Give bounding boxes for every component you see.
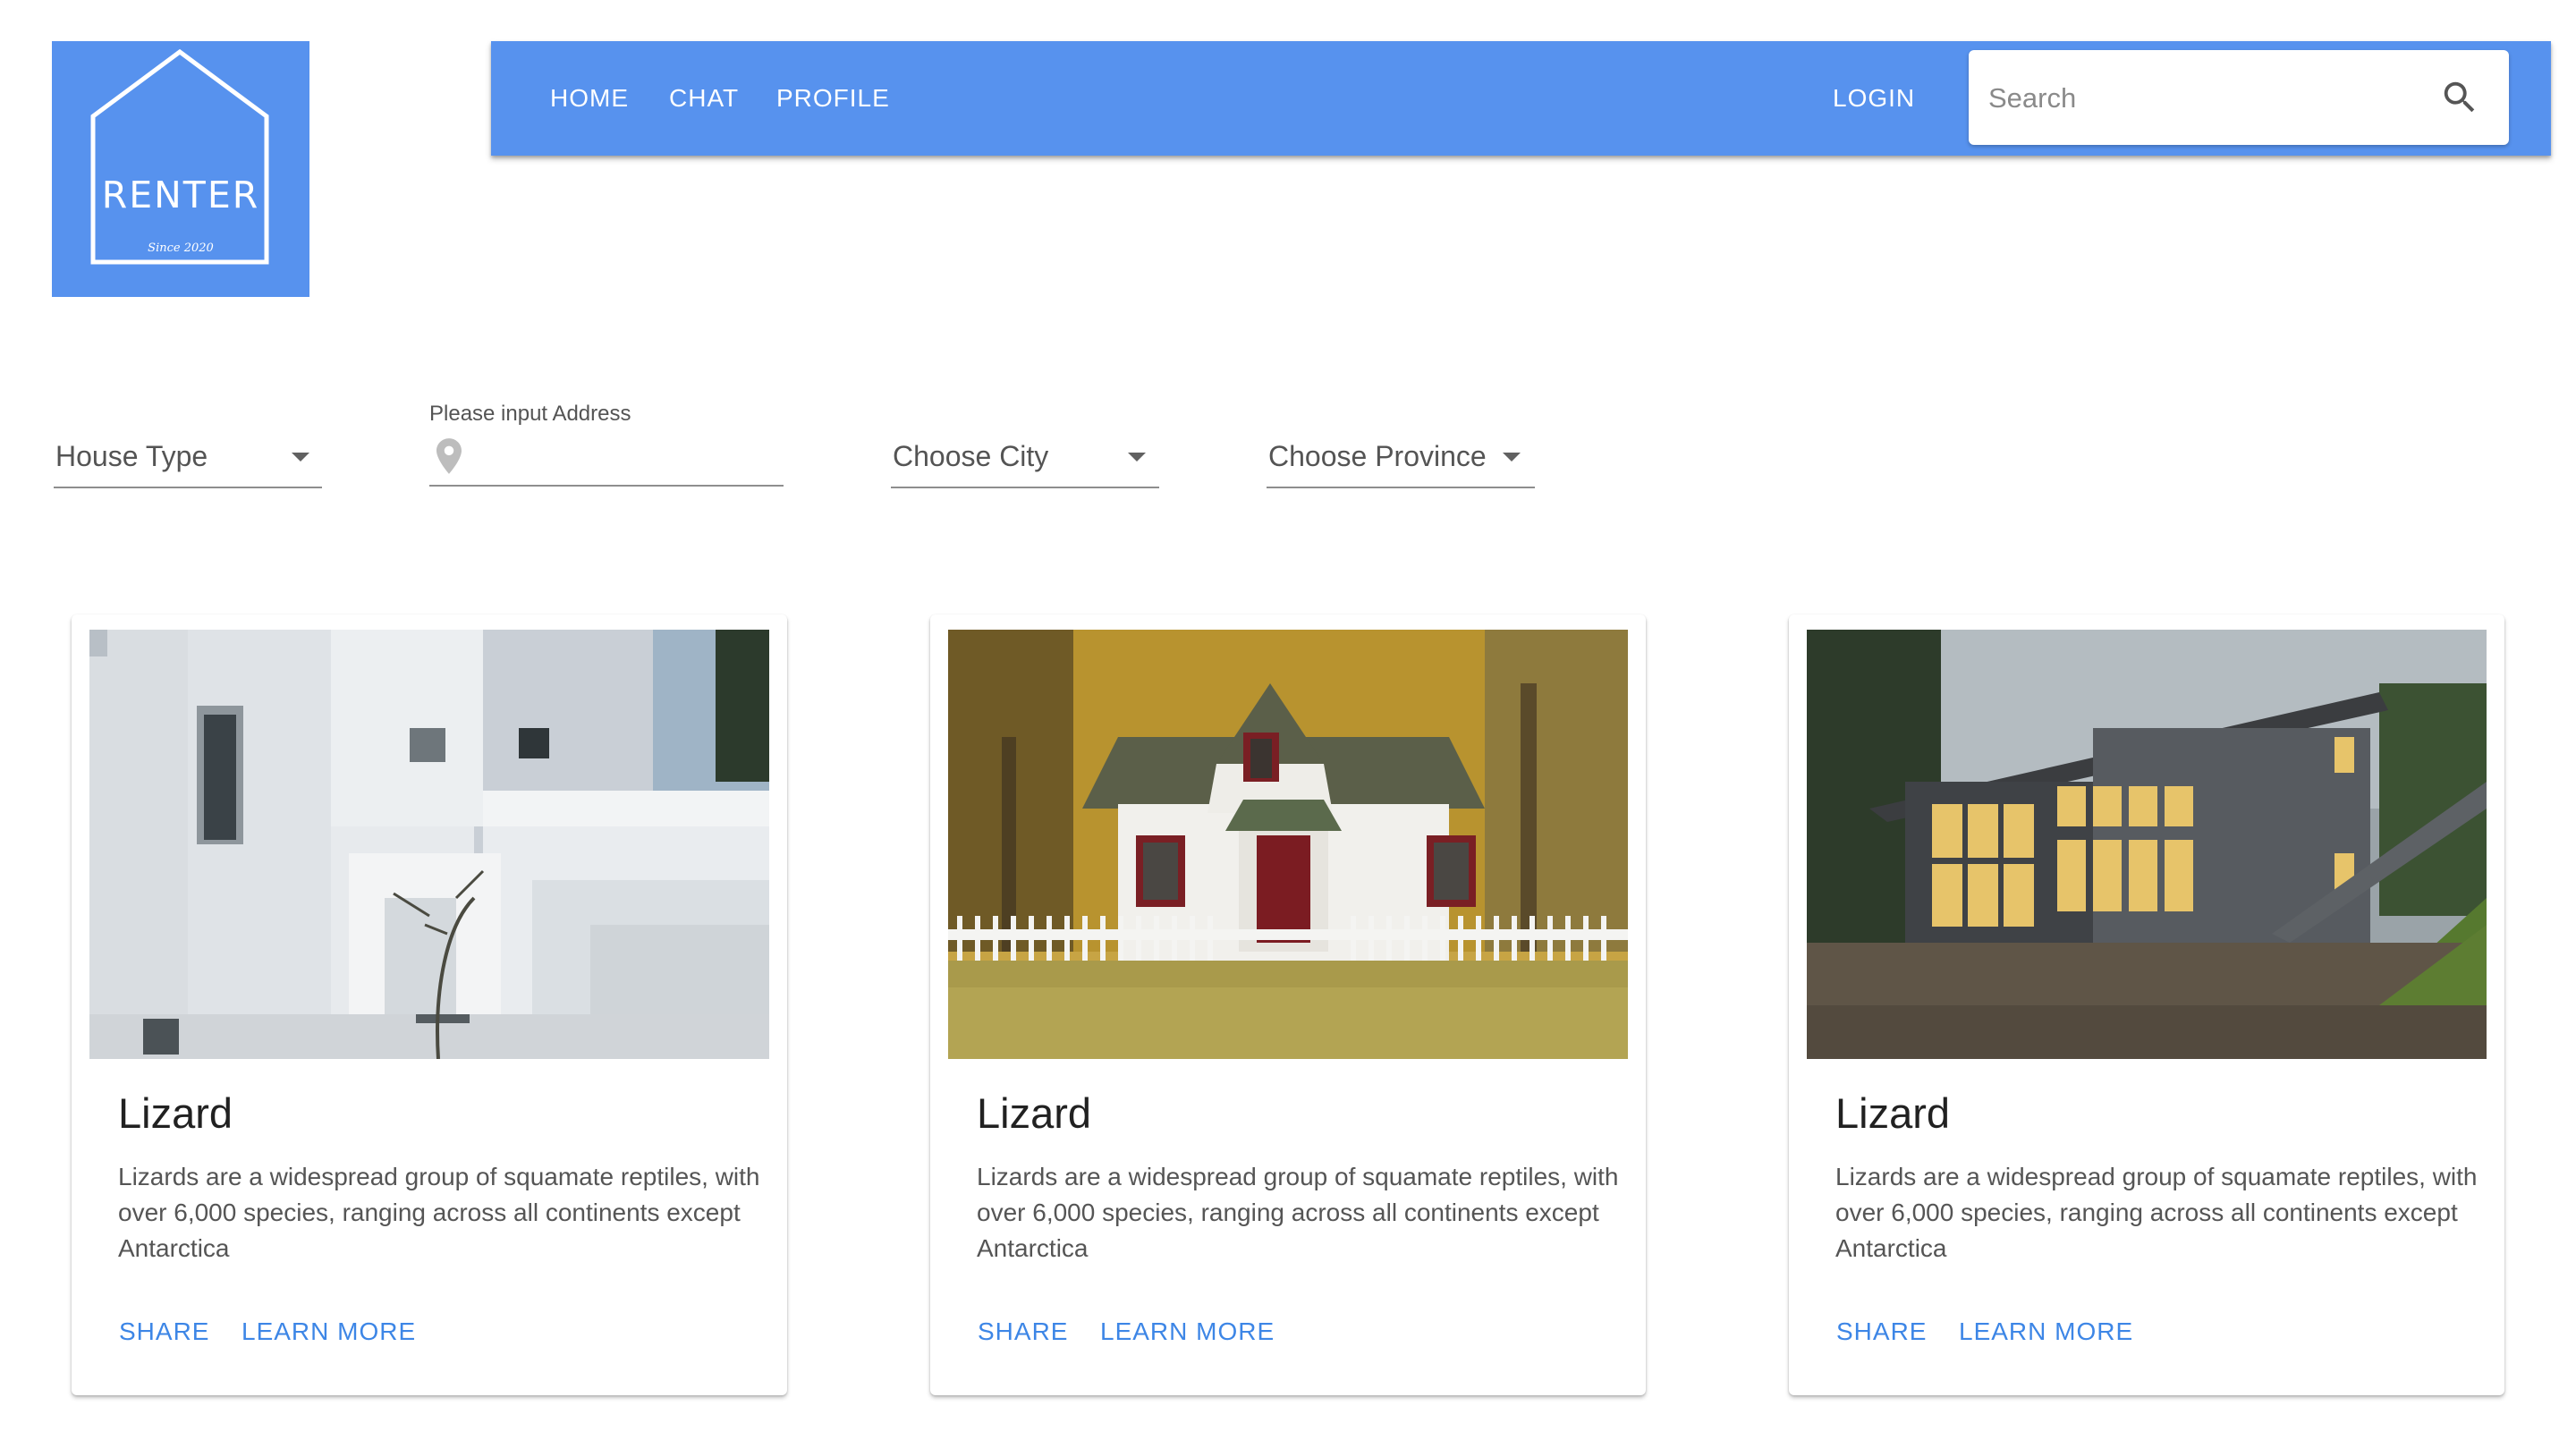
nav-home-link[interactable]: HOME — [550, 41, 629, 156]
share-button[interactable]: SHARE — [1836, 1317, 1927, 1346]
house-type-label: House Type — [55, 440, 208, 472]
logo-tagline: Since 2020 — [148, 241, 214, 255]
learn-more-button[interactable]: LEARN MORE — [1959, 1317, 2133, 1346]
house-outline-icon — [90, 48, 269, 265]
address-field: Please input Address — [429, 397, 784, 487]
listing-card: Lizard Lizards are a widespread group of… — [930, 614, 1646, 1395]
card-title: Lizard — [977, 1089, 1092, 1137]
listing-image[interactable] — [1807, 630, 2487, 1059]
province-select[interactable]: Choose Province — [1267, 424, 1535, 488]
card-description: Lizards are a widespread group of squama… — [977, 1163, 1619, 1262]
location-pin-icon — [436, 438, 462, 474]
listing-card: Lizard Lizards are a widespread group of… — [1789, 614, 2504, 1395]
address-underline — [429, 485, 784, 487]
modern-dark-house-image — [1807, 630, 2487, 1059]
learn-more-button[interactable]: LEARN MORE — [242, 1317, 416, 1346]
card-description: Lizards are a widespread group of squama… — [118, 1163, 760, 1262]
dropdown-arrow-icon — [1128, 453, 1146, 462]
card-title: Lizard — [1835, 1089, 1951, 1137]
farmhouse-image — [948, 630, 1628, 1059]
nav-profile-link[interactable]: PROFILE — [776, 41, 890, 156]
dropdown-arrow-icon — [292, 453, 309, 462]
search-icon[interactable] — [2439, 77, 2480, 118]
search-box — [1969, 50, 2509, 145]
share-button[interactable]: SHARE — [119, 1317, 209, 1346]
province-label: Choose Province — [1268, 440, 1487, 472]
listing-image[interactable] — [89, 630, 769, 1059]
house-type-select[interactable]: House Type — [54, 424, 322, 488]
listing-image[interactable] — [948, 630, 1628, 1059]
nav-chat-link[interactable]: CHAT — [669, 41, 739, 156]
address-label: Please input Address — [429, 402, 631, 426]
white-modern-house-image — [89, 630, 769, 1059]
learn-more-button[interactable]: LEARN MORE — [1100, 1317, 1275, 1346]
city-label: Choose City — [893, 440, 1049, 472]
logo-name: RENTER — [101, 174, 260, 216]
card-description: Lizards are a widespread group of squama… — [1835, 1163, 2478, 1262]
card-title: Lizard — [118, 1089, 233, 1137]
dropdown-arrow-icon — [1503, 453, 1521, 462]
logo[interactable]: RENTER Since 2020 — [52, 41, 309, 297]
share-button[interactable]: SHARE — [978, 1317, 1068, 1346]
search-input[interactable] — [1987, 70, 2419, 127]
address-input[interactable] — [470, 438, 778, 481]
listing-card: Lizard Lizards are a widespread group of… — [72, 614, 787, 1395]
top-app-bar: HOME CHAT PROFILE LOGIN — [491, 41, 2551, 156]
city-select[interactable]: Choose City — [891, 424, 1159, 488]
login-button[interactable]: LOGIN — [1833, 41, 1915, 156]
